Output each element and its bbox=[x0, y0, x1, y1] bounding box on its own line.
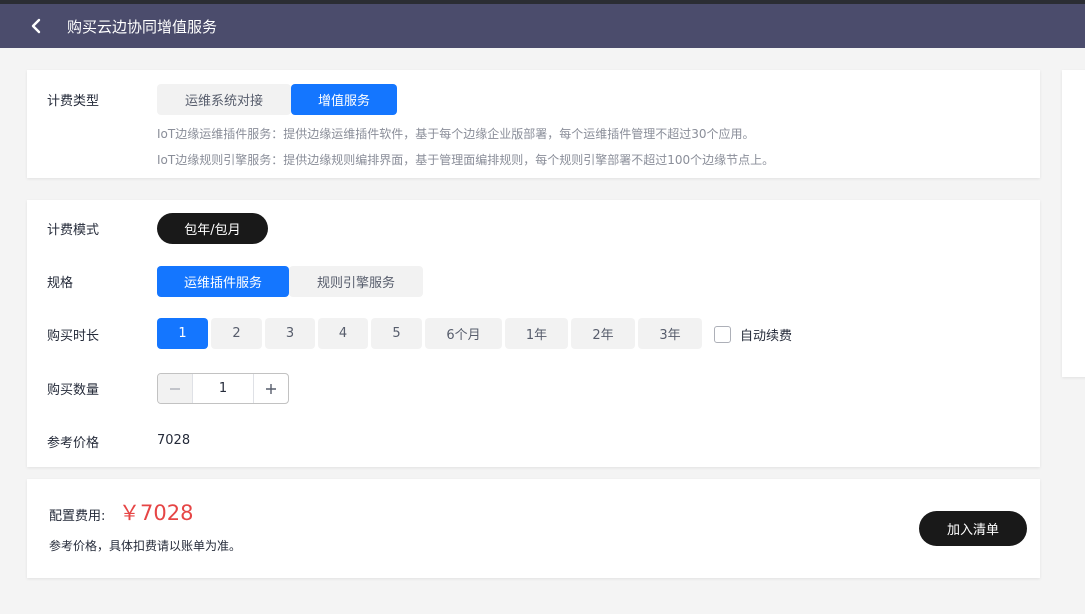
config-card: 计费模式 包年/包月 规格 运维插件服务 规则引擎服务 购买时长 1 2 3 4… bbox=[27, 200, 1040, 467]
price-note: 参考价格，具体扣费请以账单为准。 bbox=[49, 539, 242, 553]
side-panel bbox=[1062, 70, 1085, 377]
fee-value: ￥7028 bbox=[119, 501, 194, 525]
quantity-stepper bbox=[157, 373, 289, 404]
summary-card: 配置费用: ￥7028 参考价格，具体扣费请以账单为准。 加入清单 bbox=[27, 479, 1040, 578]
page-header: 购买云边协同增值服务 bbox=[0, 4, 1085, 48]
spec-option-rule-engine[interactable]: 规则引擎服务 bbox=[289, 266, 423, 297]
duration-option-2-years[interactable]: 2年 bbox=[571, 318, 635, 349]
back-button[interactable] bbox=[30, 4, 64, 48]
add-to-list-button[interactable]: 加入清单 bbox=[919, 511, 1027, 546]
spec-label: 规格 bbox=[47, 276, 74, 291]
spec-option-ops-plugin[interactable]: 运维插件服务 bbox=[157, 266, 289, 297]
billing-type-option-ops[interactable]: 运维系统对接 bbox=[157, 84, 291, 115]
billing-mode-option-yearly-monthly[interactable]: 包年/包月 bbox=[157, 213, 268, 244]
duration-option-1-year[interactable]: 1年 bbox=[505, 318, 568, 349]
duration-option-6-months[interactable]: 6个月 bbox=[425, 318, 502, 349]
quantity-input[interactable] bbox=[193, 381, 253, 396]
plus-icon bbox=[266, 383, 276, 394]
chevron-left-icon bbox=[31, 18, 41, 34]
minus-icon bbox=[170, 387, 180, 390]
billing-mode-label: 计费模式 bbox=[47, 223, 100, 238]
fee-label: 配置费用: bbox=[49, 509, 106, 524]
ref-price-label: 参考价格 bbox=[47, 436, 100, 451]
ref-price-value: 7028 bbox=[157, 433, 191, 448]
auto-renew-checkbox[interactable] bbox=[714, 326, 731, 343]
auto-renew-label: 自动续费 bbox=[740, 329, 793, 344]
billing-type-desc-ops-plugin: IoT边缘运维插件服务：提供边缘运维插件软件，基于每个边缘企业版部署，每个运维插… bbox=[157, 127, 755, 141]
duration-label: 购买时长 bbox=[47, 329, 100, 344]
duration-option-4[interactable]: 4 bbox=[318, 318, 368, 349]
billing-type-card: 计费类型 运维系统对接 增值服务 IoT边缘运维插件服务：提供边缘运维插件软件，… bbox=[27, 70, 1040, 178]
duration-option-2[interactable]: 2 bbox=[211, 318, 262, 349]
page-title: 购买云边协同增值服务 bbox=[67, 17, 218, 36]
quantity-increment-button[interactable] bbox=[253, 374, 288, 403]
billing-type-label: 计费类型 bbox=[47, 94, 100, 109]
quantity-label: 购买数量 bbox=[47, 383, 100, 398]
quantity-decrement-button[interactable] bbox=[158, 374, 193, 403]
duration-option-1[interactable]: 1 bbox=[157, 318, 208, 349]
duration-option-5[interactable]: 5 bbox=[371, 318, 422, 349]
billing-type-desc-rule-engine: IoT边缘规则引擎服务：提供边缘规则编排界面，基于管理面编排规则，每个规则引擎部… bbox=[157, 153, 775, 167]
billing-type-option-value-added[interactable]: 增值服务 bbox=[291, 84, 397, 115]
duration-option-3-years[interactable]: 3年 bbox=[638, 318, 702, 349]
duration-option-3[interactable]: 3 bbox=[265, 318, 315, 349]
